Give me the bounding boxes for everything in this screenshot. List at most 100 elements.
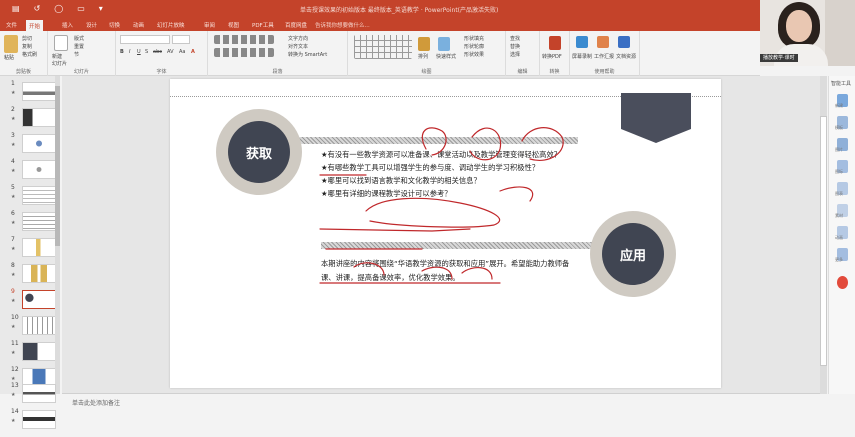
tab-animations[interactable]: 动画 bbox=[133, 21, 144, 29]
thumbnail-image bbox=[22, 290, 56, 309]
shapes-gallery-icon[interactable] bbox=[354, 35, 412, 59]
quick-styles-icon[interactable] bbox=[438, 37, 450, 51]
save-icon[interactable]: ▤ bbox=[12, 4, 20, 13]
section-button[interactable]: 节 bbox=[74, 51, 79, 58]
shadow-button[interactable]: S bbox=[145, 49, 148, 55]
arrange-icon[interactable] bbox=[418, 37, 430, 51]
tab-baidu-netdisk[interactable]: 百度网盘 bbox=[285, 21, 307, 29]
slide-thumbnail[interactable]: 7 ★ bbox=[8, 236, 60, 259]
format-painter-button[interactable]: 格式刷 bbox=[22, 51, 37, 58]
replace-button[interactable]: 替换 bbox=[510, 43, 520, 50]
sidebar-assistant-icon[interactable] bbox=[837, 276, 848, 289]
align-buttons-icon[interactable] bbox=[214, 48, 274, 57]
animation-star-icon: ★ bbox=[11, 272, 16, 278]
doc-resources-icon[interactable] bbox=[618, 36, 630, 48]
tell-me-search[interactable]: 告诉我你想要做什么... bbox=[315, 21, 370, 29]
list-buttons-icon[interactable] bbox=[214, 35, 274, 44]
editor-scrollbar-thumb[interactable] bbox=[820, 116, 827, 366]
arrange-label: 排列 bbox=[418, 54, 429, 60]
tab-file[interactable]: 文件 bbox=[6, 21, 17, 29]
shape-effects-button[interactable]: 形状效果 bbox=[464, 51, 484, 58]
slide-thumbnail[interactable]: 13 ★ bbox=[8, 382, 60, 405]
customize-qat-icon[interactable]: ▾ bbox=[99, 4, 103, 13]
char-spacing-button[interactable]: AV bbox=[167, 49, 174, 55]
slide-thumbnail-active[interactable]: 9 ★ bbox=[8, 288, 60, 311]
scrollbar-thumb[interactable] bbox=[55, 86, 60, 246]
slide-thumbnail[interactable]: 8 ★ bbox=[8, 262, 60, 285]
slide-thumbnail[interactable]: 10 ★ bbox=[8, 314, 60, 337]
shape-outline-button[interactable]: 形状轮廓 bbox=[464, 43, 484, 50]
align-text-button[interactable]: 对齐文本 bbox=[288, 43, 308, 50]
question-list[interactable]: ★有没有一些教学资源可以准备课、课堂活动以及教学管理变得轻松高效？ ★有哪些教学… bbox=[321, 148, 583, 200]
find-button[interactable]: 查找 bbox=[510, 35, 520, 42]
sidebar-icon-library-icon[interactable]: 图标 bbox=[835, 160, 848, 174]
slide-thumbnail[interactable]: 5 ★ bbox=[8, 184, 60, 207]
animation-star-icon: ★ bbox=[11, 90, 16, 96]
slide-number: 1 bbox=[11, 80, 15, 87]
animation-star-icon: ★ bbox=[11, 298, 16, 304]
thumbnail-image bbox=[22, 212, 56, 231]
new-slide-icon[interactable] bbox=[54, 35, 68, 51]
sidebar-button-label: 素材 bbox=[835, 213, 843, 218]
work-report-icon[interactable] bbox=[597, 36, 609, 48]
summary-paragraph[interactable]: 本期讲座的内容将围绕“华语教学资源的获取和应用”展开。希望能助力教师备课、讲课，… bbox=[321, 257, 583, 285]
convert-smartart-button[interactable]: 转换为 SmartArt bbox=[288, 51, 327, 58]
presenter-face bbox=[786, 10, 812, 42]
sidebar-more-icon[interactable]: 更多 bbox=[835, 248, 848, 262]
slide-thumbnail[interactable]: 14 ★ bbox=[8, 408, 60, 431]
bold-button[interactable]: B bbox=[120, 49, 124, 55]
font-color-button[interactable]: A bbox=[191, 49, 195, 55]
tab-slideshow[interactable]: 幻灯片放映 bbox=[157, 21, 185, 29]
screen-record-icon[interactable] bbox=[576, 36, 588, 48]
tab-insert[interactable]: 插入 bbox=[62, 21, 73, 29]
slide-thumbnails-pane[interactable]: 1 ★ 2 ★ 3 ★ 4 ★ 5 ★ 6 ★ 7 ★ 8 ★ 9 ★ 10 ★ 11 ★ 12 ★ bbox=[0, 76, 60, 394]
slide-thumbnail[interactable]: 11 ★ bbox=[8, 340, 60, 363]
slide-thumbnail[interactable]: 1 ★ bbox=[8, 80, 60, 103]
font-size-select[interactable] bbox=[172, 35, 190, 44]
animation-star-icon: ★ bbox=[11, 116, 16, 122]
layout-button[interactable]: 版式 bbox=[74, 35, 84, 42]
copy-button[interactable]: 复制 bbox=[22, 43, 32, 50]
undo-icon[interactable]: ↺ bbox=[34, 4, 41, 13]
tab-pdf-tools[interactable]: PDF工具 bbox=[252, 21, 274, 29]
strikethrough-button[interactable]: abc bbox=[153, 49, 162, 55]
reset-button[interactable]: 重置 bbox=[74, 43, 84, 50]
tab-view[interactable]: 视图 bbox=[228, 21, 239, 29]
tab-transitions[interactable]: 切换 bbox=[109, 21, 120, 29]
current-slide[interactable]: 获取 应用 ★有没有一些教学资源可以准备课、课堂活动以及教学管理变得轻松高效？ … bbox=[170, 79, 721, 388]
tab-home[interactable]: 开始 bbox=[26, 20, 44, 31]
sidebar-image-icon[interactable]: 图片 bbox=[835, 138, 848, 152]
thumbnail-image bbox=[22, 108, 56, 127]
tab-review[interactable]: 审阅 bbox=[204, 21, 215, 29]
new-slide-sub-label: 幻灯片 bbox=[52, 61, 68, 67]
sidebar-assets-icon[interactable]: 素材 bbox=[835, 204, 848, 218]
redo-icon[interactable]: ◯ bbox=[54, 4, 63, 13]
pdf-convert-icon[interactable] bbox=[549, 36, 561, 50]
tab-design[interactable]: 设计 bbox=[86, 21, 97, 29]
thumbnails-scrollbar[interactable] bbox=[55, 76, 60, 394]
select-button[interactable]: 选择 bbox=[510, 51, 520, 58]
slide-thumbnail[interactable]: 2 ★ bbox=[8, 106, 60, 129]
font-family-select[interactable] bbox=[120, 35, 170, 44]
slide-thumbnail[interactable]: 6 ★ bbox=[8, 210, 60, 233]
slide-thumbnail[interactable]: 4 ★ bbox=[8, 158, 60, 181]
present-icon[interactable]: ▭ bbox=[77, 4, 85, 13]
sidebar-template-icon[interactable]: 模板 bbox=[835, 116, 848, 130]
notes-pane[interactable]: 单击此处添加备注 bbox=[62, 393, 820, 437]
paste-icon[interactable] bbox=[4, 35, 18, 53]
sidebar-button-label: 图片 bbox=[835, 147, 843, 152]
underline-button[interactable]: U bbox=[137, 49, 141, 55]
cut-button[interactable]: 剪切 bbox=[22, 35, 32, 42]
thumbnail-image bbox=[22, 384, 56, 403]
slide-thumbnail[interactable]: 3 ★ bbox=[8, 132, 60, 155]
thumbnail-image bbox=[22, 82, 56, 101]
sidebar-chart-icon[interactable]: 图表 bbox=[835, 182, 848, 196]
editor-scrollbar[interactable] bbox=[820, 76, 827, 394]
text-direction-button[interactable]: 文字方向 bbox=[288, 35, 308, 42]
sidebar-button-label: 图表 bbox=[835, 191, 843, 196]
sidebar-animation-icon[interactable]: 动画 bbox=[835, 226, 848, 240]
change-case-button[interactable]: Aa bbox=[179, 49, 185, 55]
sidebar-new-icon[interactable]: 新建 bbox=[835, 94, 848, 108]
shape-fill-button[interactable]: 形状填充 bbox=[464, 35, 484, 42]
italic-button[interactable]: I bbox=[129, 49, 130, 55]
